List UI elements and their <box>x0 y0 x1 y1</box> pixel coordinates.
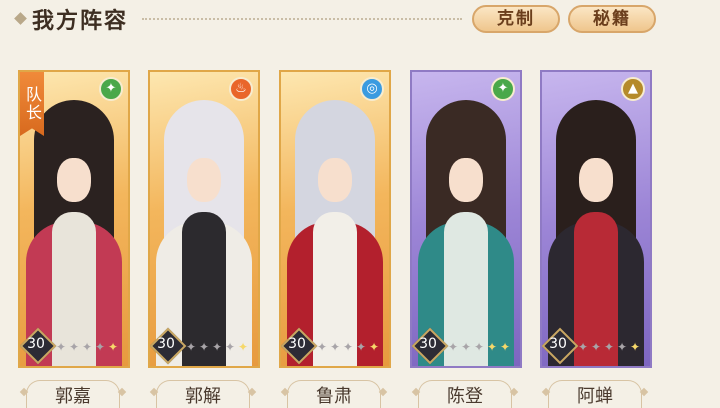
hero-name: 陈登 <box>447 386 483 407</box>
star-empty-icon: ✦ <box>81 340 92 354</box>
hero-name-plate: 陈登 <box>410 378 520 408</box>
level-badge: 30 <box>542 326 579 365</box>
hero-name-plate: 郭嘉 <box>18 378 128 408</box>
star-empty-icon: ✦ <box>55 340 66 354</box>
page-title: 我方阵容 <box>32 8 129 34</box>
hero-card[interactable]: ♨ 30 ✦ ✦ ✦ ✦ ✦ <box>148 70 260 368</box>
level-value: 30 <box>419 336 437 352</box>
diamond-bullet-icon <box>14 12 27 25</box>
star-filled-icon: ✦ <box>499 340 510 354</box>
star-rating: ✦ ✦ ✦ ✦ ✦ <box>576 340 641 356</box>
level-value: 30 <box>27 336 45 352</box>
wind-icon: ✦ <box>491 77 515 101</box>
star-empty-icon: ✦ <box>603 340 614 354</box>
star-empty-icon: ✦ <box>316 340 327 354</box>
level-value: 30 <box>288 336 306 352</box>
level-value: 30 <box>549 336 567 352</box>
hero-name: 郭嘉 <box>55 386 91 407</box>
captain-tag: 队长 <box>20 72 44 136</box>
lineup-header: 我方阵容 克制 秘籍 <box>0 0 720 40</box>
star-empty-icon: ✦ <box>460 340 471 354</box>
hero-portrait <box>281 72 389 366</box>
hero-name-plate: 阿蝉 <box>540 378 650 408</box>
star-rating: ✦ ✦ ✦ ✦ ✦ <box>54 340 119 356</box>
hero-portrait <box>150 72 258 366</box>
hero-portrait <box>412 72 520 366</box>
star-empty-icon: ✦ <box>68 340 79 354</box>
star-empty-icon: ✦ <box>577 340 588 354</box>
star-empty-icon: ✦ <box>342 340 353 354</box>
hero-card[interactable]: ▲ 30 ✦ ✦ ✦ ✦ ✦ <box>540 70 652 368</box>
water-icon: ◎ <box>360 77 384 101</box>
hero-name: 郭解 <box>185 386 221 407</box>
star-empty-icon: ✦ <box>211 340 222 354</box>
star-filled-icon: ✦ <box>368 340 379 354</box>
hero-name: 鲁肃 <box>316 386 352 407</box>
star-rating: ✦ ✦ ✦ ✦ ✦ <box>446 340 511 356</box>
star-empty-icon: ✦ <box>590 340 601 354</box>
star-empty-icon: ✦ <box>329 340 340 354</box>
hero-name-plate: 鲁肃 <box>279 378 389 408</box>
star-filled-icon: ✦ <box>107 340 118 354</box>
fire-icon: ♨ <box>229 77 253 101</box>
hero-card[interactable]: ◎ 30 ✦ ✦ ✦ ✦ ✦ <box>279 70 391 368</box>
level-badge: 30 <box>20 326 57 365</box>
star-rating: ✦ ✦ ✦ ✦ ✦ <box>184 340 249 356</box>
hero-card[interactable]: ✦ 30 ✦ ✦ ✦ ✦ ✦ <box>410 70 522 368</box>
level-badge: 30 <box>150 326 187 365</box>
hero-name-plate: 郭解 <box>148 378 258 408</box>
counter-button[interactable]: 克制 <box>472 5 560 33</box>
level-value: 30 <box>157 336 175 352</box>
star-filled-icon: ✦ <box>486 340 497 354</box>
strategy-button[interactable]: 秘籍 <box>568 5 656 33</box>
hero-card[interactable]: 队长 ✦ 30 ✦ ✦ ✦ ✦ ✦ <box>18 70 130 368</box>
header-divider <box>142 18 462 20</box>
star-filled-icon: ✦ <box>629 340 640 354</box>
hero-portrait <box>542 72 650 366</box>
star-empty-icon: ✦ <box>616 340 627 354</box>
hero-name: 阿蝉 <box>577 386 613 407</box>
star-empty-icon: ✦ <box>447 340 458 354</box>
wind-icon: ✦ <box>99 77 123 101</box>
star-rating: ✦ ✦ ✦ ✦ ✦ <box>315 340 380 356</box>
star-empty-icon: ✦ <box>198 340 209 354</box>
level-badge: 30 <box>412 326 449 365</box>
level-badge: 30 <box>281 326 318 365</box>
earth-icon: ▲ <box>621 77 645 101</box>
star-filled-icon: ✦ <box>237 340 248 354</box>
star-empty-icon: ✦ <box>185 340 196 354</box>
star-empty-icon: ✦ <box>473 340 484 354</box>
star-empty-icon: ✦ <box>94 340 105 354</box>
star-empty-icon: ✦ <box>355 340 366 354</box>
star-empty-icon: ✦ <box>224 340 235 354</box>
